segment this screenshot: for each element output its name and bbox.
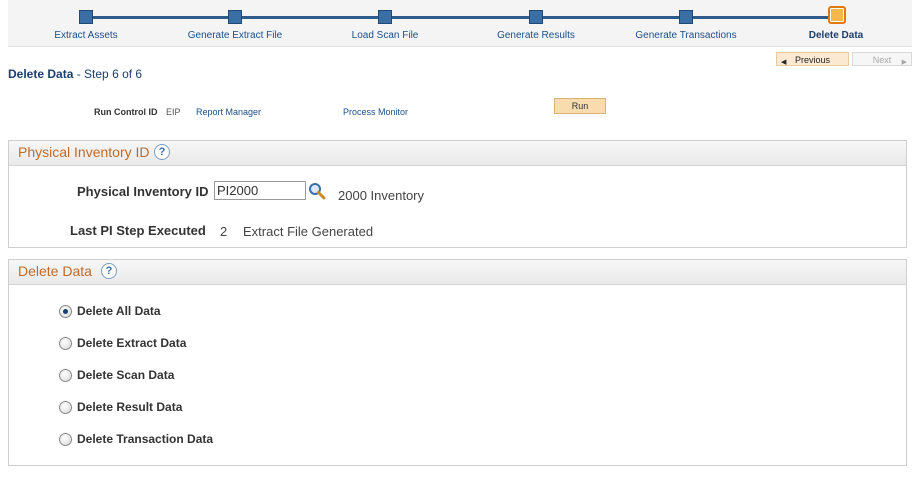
previous-label: Previous	[794, 55, 830, 65]
physical-inventory-id-label: Physical Inventory ID	[77, 184, 209, 199]
page-title: Delete Data - Step 6 of 6	[8, 67, 142, 81]
help-icon[interactable]: ?	[101, 263, 117, 279]
run-control-value: EIP	[166, 107, 181, 117]
step-label: Delete Data	[808, 30, 864, 41]
step-label[interactable]: Generate Transactions	[611, 30, 761, 41]
radio-label[interactable]: Delete Result Data	[77, 400, 182, 414]
arrow-right-icon: ▶	[901, 59, 907, 66]
step-node-icon[interactable]	[228, 10, 242, 24]
current-step-icon	[828, 6, 846, 24]
page-title-text: Delete Data	[8, 67, 74, 81]
radio-selected-icon[interactable]	[59, 305, 72, 318]
step-node-icon[interactable]	[79, 10, 93, 24]
report-manager-link[interactable]: Report Manager	[196, 107, 261, 117]
radio-label[interactable]: Delete Transaction Data	[77, 432, 213, 446]
next-label: Next	[872, 55, 892, 65]
help-icon[interactable]: ?	[154, 144, 170, 160]
run-button[interactable]: Run	[554, 98, 606, 114]
arrow-left-icon: ◀	[781, 59, 787, 66]
step-label[interactable]: Generate Results	[461, 30, 611, 41]
step-node-icon[interactable]	[679, 10, 693, 24]
step-node-icon[interactable]	[378, 10, 392, 24]
inventory-description: 2000 Inventory	[338, 188, 425, 203]
step-node-icon[interactable]	[529, 10, 543, 24]
radio-label[interactable]: Delete Scan Data	[77, 368, 174, 382]
section-title: Physical Inventory ID	[18, 144, 150, 160]
step-train: Extract Assets Generate Extract File Loa…	[8, 0, 912, 47]
magnifier-icon[interactable]	[308, 182, 326, 200]
step-label[interactable]: Extract Assets	[11, 30, 161, 41]
physical-inventory-header: Physical Inventory ID ?	[9, 141, 906, 166]
radio-icon[interactable]	[59, 433, 72, 446]
radio-label[interactable]: Delete All Data	[77, 304, 161, 318]
step-label[interactable]: Generate Extract File	[160, 30, 310, 41]
physical-inventory-id-input[interactable]	[214, 181, 306, 200]
process-monitor-link[interactable]: Process Monitor	[343, 107, 408, 117]
last-step-number: 2	[220, 224, 228, 239]
step-train-line	[86, 16, 844, 19]
delete-data-header: Delete Data ?	[9, 260, 906, 285]
radio-icon[interactable]	[59, 401, 72, 414]
step-label[interactable]: Load Scan File	[310, 30, 460, 41]
previous-button[interactable]: ◀ Previous	[776, 52, 849, 66]
run-control-label: Run Control ID	[94, 107, 158, 117]
radio-icon[interactable]	[59, 369, 72, 382]
radio-icon[interactable]	[59, 337, 72, 350]
last-step-label: Last PI Step Executed	[70, 223, 206, 238]
radio-label[interactable]: Delete Extract Data	[77, 336, 186, 350]
next-button: Next ▶	[852, 52, 912, 66]
section-title: Delete Data	[18, 263, 92, 279]
last-step-description: Extract File Generated	[243, 224, 374, 239]
page-step-text: - Step 6 of 6	[76, 67, 143, 81]
